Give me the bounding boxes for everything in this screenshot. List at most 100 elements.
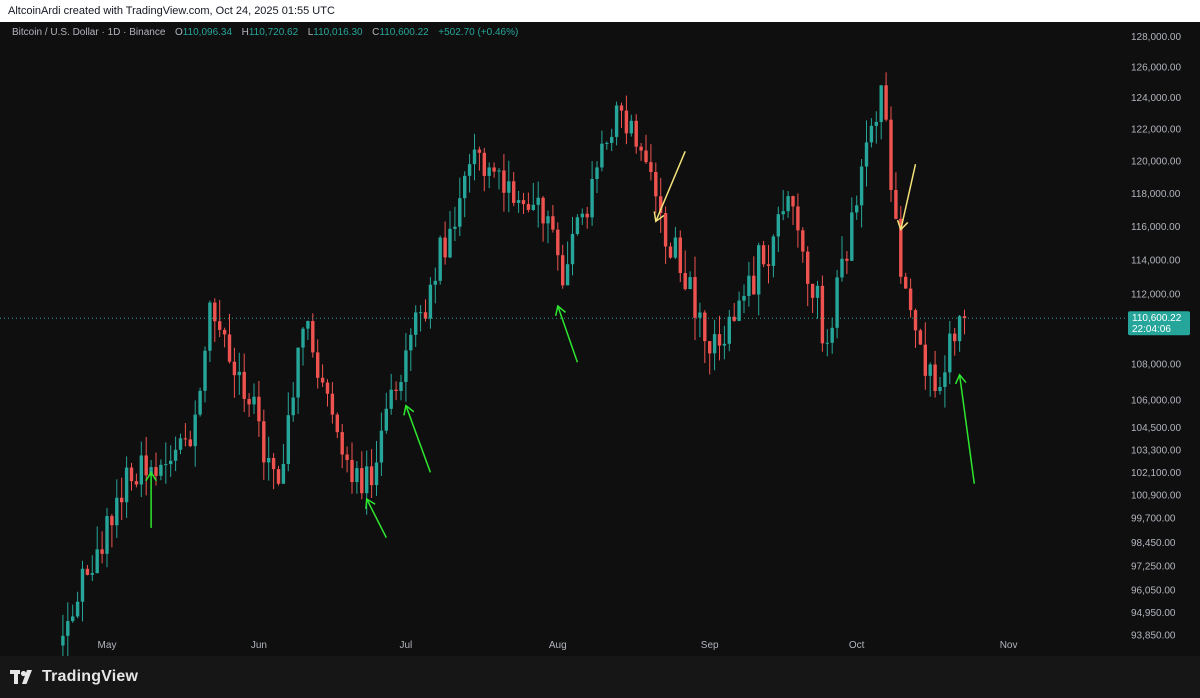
price-tick-label: 116,000.00: [1131, 222, 1181, 233]
candle-body: [124, 467, 129, 503]
candle-body: [129, 467, 134, 482]
candle: [717, 315, 722, 361]
annotations-layer: [145, 151, 976, 538]
price-tick-label: 104,500.00: [1131, 423, 1181, 434]
candle: [271, 453, 276, 490]
price-tick-label: 94,950.00: [1131, 608, 1176, 619]
candle: [526, 192, 531, 213]
candle-body: [776, 214, 780, 237]
candle: [629, 114, 633, 137]
candle: [830, 317, 834, 354]
candle-body: [458, 198, 462, 227]
candle-body: [933, 364, 937, 392]
candle-body: [757, 245, 761, 295]
candle: [124, 456, 129, 518]
candle: [75, 591, 80, 619]
candle: [433, 267, 437, 304]
candle-body: [678, 237, 682, 274]
candle-body: [904, 276, 908, 289]
candle-body: [874, 121, 878, 126]
candle-body: [267, 457, 271, 463]
time-tick-label: May: [98, 640, 117, 651]
candle-body: [301, 328, 305, 348]
candle: [923, 322, 927, 390]
time-tick-label: Aug: [549, 640, 567, 651]
candle-body: [389, 389, 393, 409]
candle-body: [855, 205, 859, 213]
price-chart[interactable]: 128,000.00 126,000.00 124,000.00 122,000.00…: [0, 22, 1200, 656]
candle-body: [840, 258, 844, 278]
candle: [913, 308, 918, 348]
candle: [232, 347, 237, 398]
candle-body: [453, 226, 457, 229]
green-arrow: [145, 470, 157, 528]
candle-body: [340, 432, 344, 455]
candle: [404, 333, 408, 402]
candle: [379, 412, 384, 477]
candle: [649, 144, 653, 181]
candle: [340, 423, 344, 469]
candle: [771, 234, 776, 278]
candle: [521, 193, 526, 214]
green-arrow: [554, 304, 579, 363]
candle-body: [227, 334, 232, 362]
candle: [614, 101, 619, 146]
candle-body: [639, 146, 643, 151]
candle: [556, 222, 560, 271]
candle-body: [708, 341, 712, 354]
candle: [85, 564, 90, 576]
candle-body: [271, 457, 276, 470]
candle-body: [815, 285, 820, 298]
candle: [355, 461, 359, 494]
candle: [458, 177, 462, 237]
candle: [345, 446, 349, 473]
candle-body: [673, 237, 678, 258]
candle: [957, 314, 962, 352]
candle: [712, 319, 717, 371]
candle: [732, 302, 736, 322]
candle-body: [796, 206, 800, 231]
candle-body: [908, 288, 913, 311]
candle-body: [771, 236, 776, 266]
candle-body: [247, 398, 251, 405]
arrow-shaft: [900, 163, 917, 230]
candles-layer: [61, 72, 967, 656]
candle-body: [80, 568, 85, 602]
price-axis: 128,000.00 126,000.00 124,000.00 122,000.00…: [1131, 32, 1181, 641]
candle-body: [404, 350, 408, 382]
candle: [71, 604, 75, 623]
candle: [722, 325, 727, 360]
candle-body: [379, 430, 384, 463]
candle-body: [688, 277, 692, 290]
candle-body: [869, 125, 874, 143]
candle-body: [262, 421, 266, 463]
brand[interactable]: TradingView: [10, 666, 138, 688]
candle: [188, 430, 192, 448]
price-tick-label: 122,000.00: [1131, 125, 1181, 136]
attribution-bar: AltcoinArdi created with TradingView.com…: [0, 0, 1200, 22]
price-tick-label: 93,850.00: [1131, 630, 1176, 641]
candle-body: [467, 164, 472, 176]
candle: [360, 451, 364, 500]
candle-body: [786, 196, 790, 212]
candle-body: [203, 350, 207, 391]
candle: [467, 154, 472, 193]
candle: [369, 449, 374, 499]
candle: [884, 72, 888, 122]
candle: [286, 392, 290, 472]
candle-body: [85, 568, 90, 575]
price-tick-label: 98,450.00: [1131, 538, 1176, 549]
candle: [619, 102, 624, 128]
price-tick-label: 128,000.00: [1131, 32, 1181, 43]
candle: [120, 477, 124, 521]
candle: [825, 329, 829, 357]
price-tick-label: 96,050.00: [1131, 586, 1176, 597]
candle-body: [350, 459, 354, 483]
arrow-shaft: [405, 405, 432, 473]
candle-body: [164, 464, 168, 466]
candle-body: [193, 414, 197, 447]
candle-body: [325, 382, 330, 394]
candle: [624, 95, 629, 145]
candle-body: [580, 213, 584, 218]
candle: [316, 339, 320, 389]
